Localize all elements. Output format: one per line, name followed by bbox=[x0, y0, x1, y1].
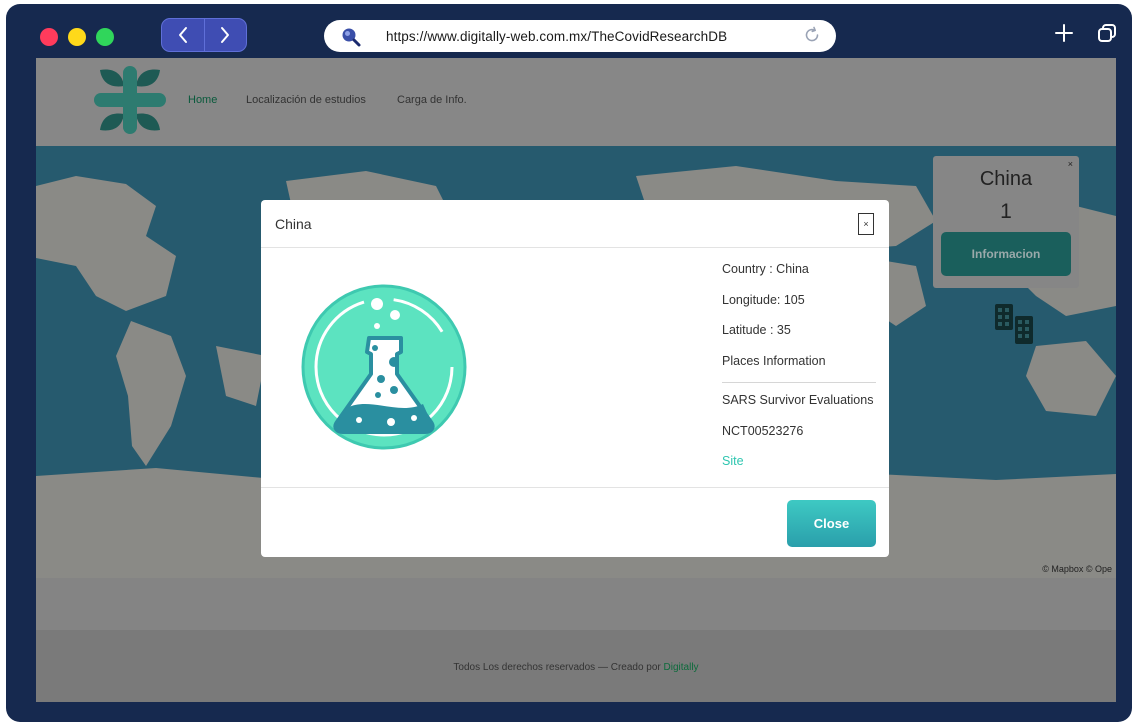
detail-study: SARS Survivor Evaluations bbox=[722, 393, 874, 407]
search-icon bbox=[342, 28, 361, 47]
informacion-button[interactable]: Informacion bbox=[941, 232, 1071, 276]
detail-latitude: Latitude : 35 bbox=[722, 323, 791, 337]
modal-header: China × bbox=[261, 200, 889, 248]
maximize-window-dot[interactable] bbox=[96, 28, 114, 46]
url-text[interactable]: https://www.digitally-web.com.mx/TheCovi… bbox=[386, 29, 727, 44]
history-nav bbox=[161, 18, 247, 52]
address-bar[interactable]: https://www.digitally-web.com.mx/TheCovi… bbox=[324, 20, 836, 52]
minimize-window-dot[interactable] bbox=[68, 28, 86, 46]
building-marker-icon bbox=[995, 304, 1013, 330]
map-attribution[interactable]: © Mapbox © Ope bbox=[1042, 564, 1112, 574]
chevron-right-icon bbox=[221, 27, 230, 43]
popup-count: 1 bbox=[1000, 200, 1012, 223]
building-marker-icon-2 bbox=[1015, 316, 1033, 344]
reload-icon[interactable] bbox=[802, 25, 822, 45]
footer-copyright: Todos Los derechos reservados — Creado p… bbox=[453, 662, 664, 673]
modal-title: China bbox=[275, 216, 312, 232]
nav-localizacion[interactable]: Localización de estudios bbox=[246, 94, 366, 106]
map-popup: × China 1 Informacion bbox=[933, 156, 1079, 288]
close-window-dot[interactable] bbox=[40, 28, 58, 46]
page-band bbox=[36, 578, 1116, 630]
map-marker-cluster[interactable] bbox=[991, 298, 1039, 350]
browser-window: https://www.digitally-web.com.mx/TheCovi… bbox=[6, 4, 1132, 722]
site-header: Home Localización de estudios Carga de I… bbox=[36, 58, 1116, 146]
plus-icon[interactable] bbox=[1053, 22, 1075, 44]
detail-country: Country : China bbox=[722, 262, 809, 276]
detail-places: Places Information bbox=[722, 353, 826, 368]
back-button[interactable] bbox=[162, 19, 204, 51]
study-details: Country : China Longitude: 105 Latitude … bbox=[722, 258, 876, 481]
detail-nct: NCT00523276 bbox=[722, 423, 804, 438]
footer-link[interactable]: Digitally bbox=[664, 662, 699, 673]
nav-carga[interactable]: Carga de Info. bbox=[397, 94, 467, 106]
chevron-left-icon bbox=[178, 27, 187, 43]
site-logo[interactable] bbox=[92, 64, 168, 136]
tabs-icon[interactable] bbox=[1096, 22, 1118, 44]
popup-country: China bbox=[979, 168, 1033, 190]
close-button[interactable]: Close bbox=[787, 500, 876, 547]
site-link[interactable]: Site bbox=[722, 450, 876, 481]
footer-text: Todos Los derechos reservados — Creado p… bbox=[36, 662, 1116, 673]
site-footer: Todos Los derechos reservados — Creado p… bbox=[36, 630, 1116, 702]
modal-close-icon[interactable]: × bbox=[858, 213, 874, 235]
detail-longitude: Longitude: 105 bbox=[722, 292, 805, 307]
details-modal: China × Country : China Longitude: 105 L… bbox=[261, 200, 889, 557]
modal-footer: Close bbox=[261, 487, 889, 557]
details-divider bbox=[722, 382, 876, 383]
lab-flask-icon bbox=[301, 284, 467, 450]
forward-button[interactable] bbox=[203, 19, 247, 51]
nav-home[interactable]: Home bbox=[188, 94, 217, 106]
